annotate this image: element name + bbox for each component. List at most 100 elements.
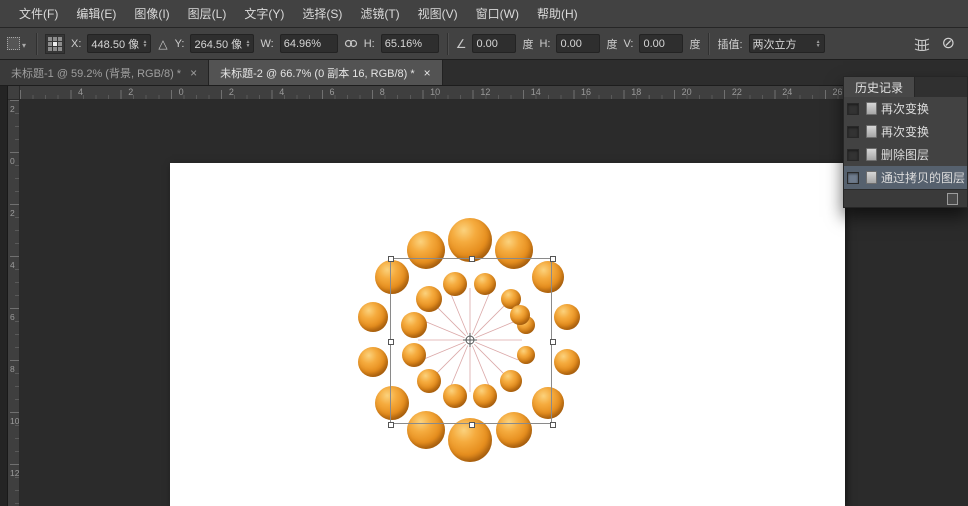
horizontal-ruler[interactable]: 4202468101214161820222426 xyxy=(20,86,968,100)
stepper-icon[interactable]: ▲ ▼ xyxy=(246,40,251,48)
history-source-well[interactable] xyxy=(847,103,859,115)
new-document-from-state-icon[interactable] xyxy=(947,193,958,205)
ruler-label: 12 xyxy=(480,87,490,97)
transform-handle[interactable] xyxy=(469,422,475,428)
ruler-label: 18 xyxy=(631,87,641,97)
ruler-label: 2 xyxy=(229,87,234,97)
history-source-well[interactable] xyxy=(847,126,859,138)
x-input[interactable]: 448.50 像 ▲ ▼ xyxy=(87,34,151,53)
menu-item[interactable]: 帮助(H) xyxy=(528,0,587,28)
menu-item[interactable]: 窗口(W) xyxy=(467,0,528,28)
menu-bar: 文件(F)编辑(E)图像(I)图层(L)文字(Y)选择(S)滤镜(T)视图(V)… xyxy=(0,0,968,28)
vertical-ruler[interactable]: 2024681012 xyxy=(8,100,20,506)
history-list: 再次变换再次变换删除图层通过拷贝的图层 xyxy=(844,97,967,189)
ruler-label: 22 xyxy=(732,87,742,97)
rotation-unit: 度 xyxy=(522,36,533,52)
menu-item[interactable]: 视图(V) xyxy=(409,0,467,28)
y-input[interactable]: 264.50 像 ▲ ▼ xyxy=(190,34,254,53)
ruler-label: 10 xyxy=(430,87,440,97)
ruler-origin-corner[interactable] xyxy=(8,86,20,100)
hskew-label: H: xyxy=(539,38,550,50)
history-state-row[interactable]: 再次变换 xyxy=(844,97,967,120)
document-tab[interactable]: 未标题-2 @ 66.7% (0 副本 16, RGB/8) *× xyxy=(209,60,443,85)
transform-handle[interactable] xyxy=(550,256,556,262)
orange-sphere xyxy=(358,302,388,332)
relative-position-toggle[interactable]: △ xyxy=(157,37,168,51)
ruler-label: 24 xyxy=(782,87,792,97)
transform-handle[interactable] xyxy=(469,256,475,262)
tab-bar: 未标题-1 @ 59.2% (背景, RGB/8) *×未标题-2 @ 66.7… xyxy=(0,60,968,86)
menu-item[interactable]: 图像(I) xyxy=(125,0,178,28)
transform-bounding-box[interactable] xyxy=(390,258,552,424)
hskew-input[interactable]: 0.00 xyxy=(556,34,600,53)
cancel-transform-button[interactable]: ⊘ xyxy=(942,36,955,52)
vskew-input[interactable]: 0.00 xyxy=(639,34,683,53)
menu-item[interactable]: 文件(F) xyxy=(10,0,67,28)
menu-item[interactable]: 选择(S) xyxy=(293,0,351,28)
history-source-well[interactable] xyxy=(847,149,859,161)
divider xyxy=(36,33,37,55)
ruler-label: 4 xyxy=(78,87,83,97)
history-state-label: 删除图层 xyxy=(881,146,929,163)
stepper-icon[interactable]: ▲ ▼ xyxy=(142,40,147,48)
width-input[interactable]: 64.96% xyxy=(280,34,338,53)
tab-title: 未标题-1 @ 59.2% (背景, RGB/8) * xyxy=(11,65,181,81)
close-icon[interactable]: × xyxy=(424,66,431,80)
menu-item[interactable]: 文字(Y) xyxy=(235,0,293,28)
history-tab[interactable]: 历史记录 xyxy=(844,77,915,97)
ref-point-dot xyxy=(53,47,57,51)
transform-handle[interactable] xyxy=(550,422,556,428)
close-icon[interactable]: × xyxy=(190,66,197,80)
reference-point-locator[interactable] xyxy=(45,34,65,54)
ruler-label: 6 xyxy=(330,87,335,97)
document-canvas[interactable] xyxy=(170,163,845,506)
rotation-value: 0.00 xyxy=(476,38,497,50)
transform-handle[interactable] xyxy=(388,422,394,428)
ref-point-dot xyxy=(58,47,62,51)
menu-item[interactable]: 图层(L) xyxy=(179,0,236,28)
height-input[interactable]: 65.16% xyxy=(381,34,439,53)
divider xyxy=(447,33,448,55)
transform-handle[interactable] xyxy=(550,339,556,345)
height-value: 65.16% xyxy=(385,38,422,50)
rotation-input[interactable]: 0.00 xyxy=(472,34,516,53)
ref-point-dot xyxy=(58,42,62,46)
link-dimensions-icon[interactable] xyxy=(344,39,358,48)
ruler-label: 20 xyxy=(682,87,692,97)
transform-handle[interactable] xyxy=(388,256,394,262)
orange-sphere xyxy=(554,304,580,330)
history-source-well[interactable] xyxy=(847,172,859,184)
history-state-label: 再次变换 xyxy=(881,100,929,117)
history-state-row[interactable]: 再次变换 xyxy=(844,120,967,143)
layer-state-icon xyxy=(866,125,877,138)
history-state-label: 通过拷贝的图层 xyxy=(881,169,965,186)
history-state-label: 再次变换 xyxy=(881,123,929,140)
ruler-label: 6 xyxy=(10,312,15,322)
vskew-label: V: xyxy=(623,38,633,50)
transform-handle[interactable] xyxy=(388,339,394,345)
ref-point-dot xyxy=(48,47,52,51)
history-state-row[interactable]: 通过拷贝的图层 xyxy=(844,166,967,189)
menu-item[interactable]: 编辑(E) xyxy=(67,0,125,28)
vskew-unit: 度 xyxy=(689,36,700,52)
ruler-label: 8 xyxy=(380,87,385,97)
menu-item[interactable]: 滤镜(T) xyxy=(351,0,408,28)
orange-sphere xyxy=(358,347,388,377)
ruler-label: 0 xyxy=(10,156,15,166)
canvas-pasteboard[interactable] xyxy=(20,100,968,506)
history-footer xyxy=(844,189,967,207)
stepper-icon: ▲ ▼ xyxy=(816,40,821,48)
ruler-label: 2 xyxy=(10,104,15,114)
ref-point-dot-center xyxy=(53,42,57,46)
vskew-value: 0.00 xyxy=(643,38,664,50)
ruler-label: 4 xyxy=(279,87,284,97)
ruler-label: 8 xyxy=(10,364,15,374)
interpolation-select[interactable]: 两次立方 ▲ ▼ xyxy=(749,34,825,53)
tool-preset-picker[interactable]: ▾ xyxy=(5,35,28,52)
history-state-row[interactable]: 删除图层 xyxy=(844,143,967,166)
document-tab[interactable]: 未标题-1 @ 59.2% (背景, RGB/8) * × xyxy=(0,60,209,85)
hskew-value: 0.00 xyxy=(560,38,581,50)
warp-mode-toggle-icon[interactable] xyxy=(914,37,930,51)
y-value: 264.50 像 xyxy=(194,36,242,52)
ruler-label: 4 xyxy=(10,260,15,270)
